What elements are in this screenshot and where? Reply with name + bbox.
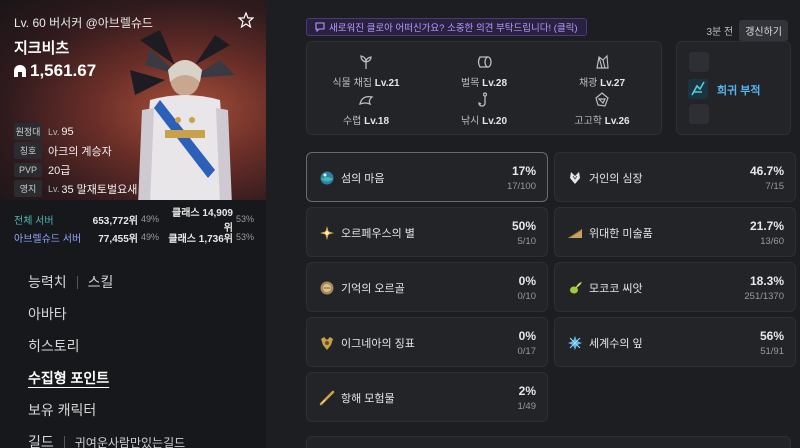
orpheus-star-icon [320,226,334,240]
rare-charm-panel[interactable]: 희귀 부적 [676,41,791,135]
nav-item-guild[interactable]: 길드 [28,432,54,448]
collectible-card-great-art[interactable]: 위대한 미술품 21.7% 13/60 [554,207,796,257]
favorite-star-icon[interactable] [238,12,254,28]
log-icon [477,56,492,68]
voyage-icon [319,390,335,406]
character-name: 지크비츠 [14,40,70,57]
relic-icon [595,92,609,107]
life-skill-fishing: 낚시 Lv.20 [425,92,543,127]
ranking-row: 전체 서버 653,772위 49% 클래스 14,909위 53% [14,208,255,234]
character-level-line: Lv. 60 버서커 @아브렐슈드 [14,16,153,30]
collectible-card-voyage[interactable]: 항해 모험물 2% 1/49 [306,372,548,422]
refresh-button[interactable]: 갱신하기 [739,20,788,41]
nav-stats-skills: 능력치 스킬 [28,266,258,298]
hunt-icon [359,96,374,106]
divider [76,275,78,289]
life-skill-hunting: 수렵 Lv.18 [307,92,425,127]
item-level-value: 1,561.67 [30,61,97,80]
collectible-detail-panel [306,436,791,448]
badge-tag: 원정대 [14,123,42,140]
ore-icon [596,54,609,69]
feedback-banner[interactable]: 새로워진 클로아 어떠신가요? 소중한 의견 부탁드립니다! (클릭) [306,18,587,36]
collectible-card-orpheus-star[interactable]: 오르페우스의 별 50% 5/10 [306,207,548,257]
character-portrait: Lv. 60 버서커 @아브렐슈드 지크비츠 1,561.67 원정대 Lv. … [0,0,266,200]
life-skill-mining: 채광 Lv.27 [543,54,661,89]
badge-tag: 영지 [14,180,42,197]
ranking-row: 아브렐슈드 서버 77,455위 49% 클래스 1,736위 53% [14,232,255,245]
badge-tag: 칭호 [14,142,42,159]
helmet-icon [14,64,26,77]
world-tree-leaf-icon [568,336,582,350]
collectible-card-mokoko-seed[interactable]: 모코코 씨앗 18.3% 251/1370 [554,262,796,312]
item-level: 1,561.67 [14,61,96,81]
collectible-card-ignea-token[interactable]: 이그네아의 징표 0% 0/17 [306,317,548,367]
nav-item-skills[interactable]: 스킬 [88,272,114,292]
music-box-icon [320,281,334,295]
feedback-text: 새로워진 클로아 어떠신가요? 소중한 의견 부탁드립니다! (클릭) [329,23,578,34]
expedition-row: 원정대 Lv. 95 [14,122,137,141]
collectible-card-giant-heart[interactable]: 거인의 심장 46.7% 7/15 [554,152,796,202]
charm-slot [689,52,709,72]
update-status: 3분 전 갱신하기 [706,20,788,41]
rare-charm-icon [688,79,708,99]
character-info-list: 원정대 Lv. 95 칭호 아크의 계승자 PVP 20급 영지 Lv. 35 … [14,122,137,198]
collectible-card-island-heart[interactable]: 섬의 마음 17% 17/100 [306,152,548,202]
title-row: 칭호 아크의 계승자 [14,141,137,160]
ignea-token-icon [321,337,333,350]
island-heart-icon [320,171,334,185]
sprout-icon [360,55,372,69]
chat-icon [315,22,325,32]
charm-slot [689,104,709,124]
estate-row: 영지 Lv. 35 말재토벌요새 [14,179,137,198]
character-sidebar: Lv. 60 버서커 @아브렐슈드 지크비츠 1,561.67 원정대 Lv. … [0,0,266,448]
nav-guild-row: 길드 귀여운사람만있는길드 [28,426,258,448]
collectible-card-music-box[interactable]: 기억의 오르골 0% 0/10 [306,262,548,312]
nav-item-history[interactable]: 히스토리 [28,330,258,362]
collectibles-content: 새로워진 클로아 어떠신가요? 소중한 의견 부탁드립니다! (클릭) 3분 전… [266,0,800,448]
rare-charm-label: 희귀 부적 [717,85,761,97]
mokoko-seed-icon [570,282,582,294]
profile-nav: 능력치 스킬 아바타 히스토리 수집형 포인트 보유 캐릭터 길드 귀여운사람만… [28,266,258,448]
pvp-row: PVP 20급 [14,160,137,179]
nav-item-stats[interactable]: 능력치 [28,272,67,292]
life-skill-logging: 벌목 Lv.28 [425,54,543,89]
giant-heart-icon [570,172,580,184]
nav-item-avatar[interactable]: 아바타 [28,298,258,330]
hook-icon [478,92,488,107]
updated-time: 3분 전 [706,27,734,38]
nav-item-characters[interactable]: 보유 캐릭터 [28,394,258,426]
guild-name[interactable]: 귀여운사람만있는길드 [75,434,185,448]
divider [63,435,65,448]
nav-item-collectibles[interactable]: 수집형 포인트 [28,362,258,394]
collectible-card-world-tree-leaf[interactable]: 세계수의 잎 56% 51/91 [554,317,796,367]
armory-page: Lv. 60 버서커 @아브렐슈드 지크비츠 1,561.67 원정대 Lv. … [0,0,800,448]
badge-tag: PVP [14,162,42,177]
life-skill-archaeology: 고고학 Lv.26 [543,92,661,127]
life-skills-panel: 식물 채집 Lv.21 벌목 Lv.28 채광 Lv.27 수렵 Lv.18 낚… [306,41,662,135]
art-icon [568,229,582,238]
life-skill-gathering: 식물 채집 Lv.21 [307,54,425,89]
ranking-table: 전체 서버 653,772위 49% 클래스 14,909위 53% 아브렐슈드… [14,208,260,246]
